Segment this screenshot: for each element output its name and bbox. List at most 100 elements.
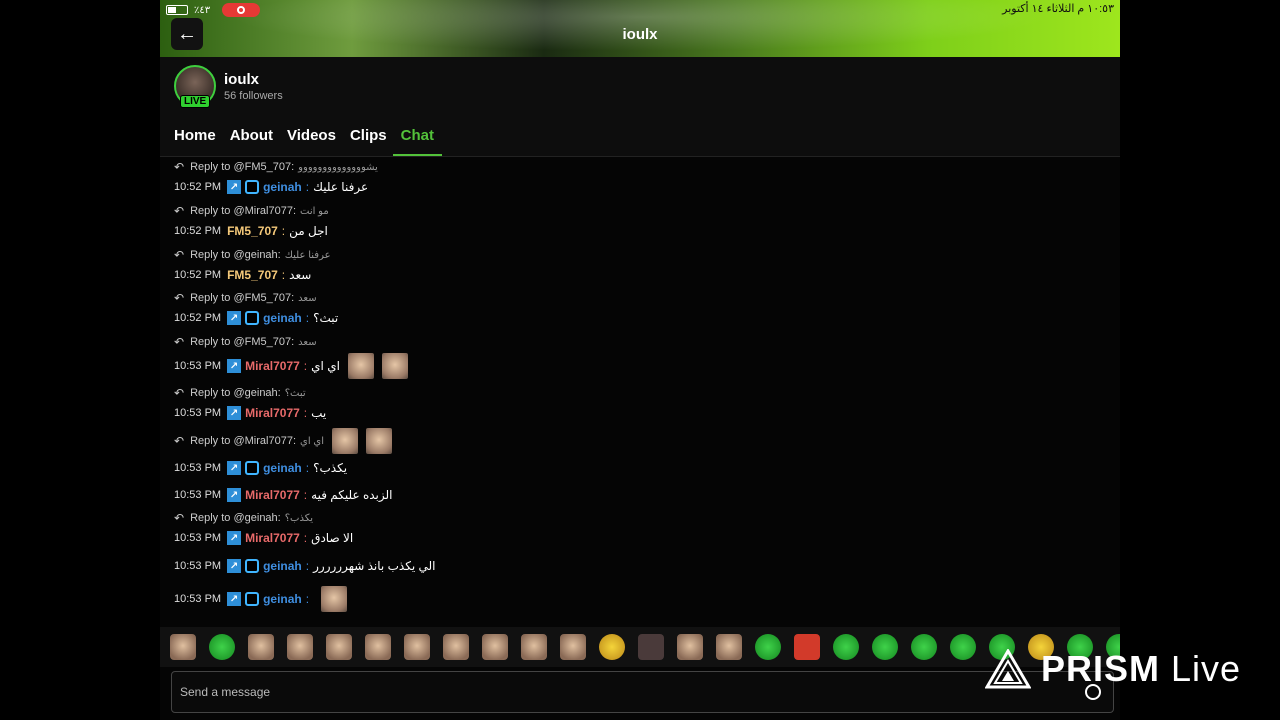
tab-about[interactable]: About (230, 127, 273, 157)
reply-arrow-icon: ↶ (174, 248, 185, 262)
chat-message[interactable]: 10:52 PM FM5_707: اجل من (174, 224, 328, 238)
emote-picker-item[interactable] (560, 634, 586, 660)
emote-image (366, 428, 392, 454)
emote-image (321, 586, 348, 612)
chat-username[interactable]: geinah (263, 180, 302, 194)
reply-label: Reply to @Miral7077: (190, 205, 296, 217)
username-colon: : (305, 311, 310, 325)
message-timestamp: 10:53 PM (174, 593, 222, 605)
reply-arrow-icon: ↶ (174, 291, 185, 305)
watermark-suffix: Live (1171, 648, 1242, 689)
message-text: يكذب؟ (313, 461, 348, 475)
battery-level: ٪٤٣ (194, 4, 211, 16)
emote-picker-item[interactable] (599, 634, 625, 660)
chat-message[interactable]: 10:53 PM ↗ Miral7077: اي اي (174, 353, 408, 379)
chat-username[interactable]: geinah (263, 461, 302, 475)
emote-image (332, 428, 358, 454)
chat-message[interactable]: 10:52 PM ↗ geinah: عرفنا عليك (174, 180, 368, 194)
chat-username[interactable]: geinah (263, 311, 302, 325)
message-text: يب (311, 406, 327, 420)
chat-username[interactable]: geinah (263, 559, 302, 573)
username-colon: : (305, 592, 310, 606)
emote-picker-item[interactable] (326, 634, 352, 660)
chat-message[interactable]: 10:53 PM ↗ Miral7077: يب (174, 406, 326, 420)
chat-username[interactable]: Miral7077 (245, 531, 300, 545)
message-text: اي اي (311, 359, 340, 373)
moderator-badge-icon: ↗ (227, 359, 242, 373)
reply-text: عرفنا عليك (284, 249, 331, 261)
reply-context[interactable]: ↶ Reply to @FM5_707: سعد (174, 335, 317, 349)
chat-message[interactable]: 10:52 PM FM5_707: سعد (174, 268, 311, 282)
reply-context[interactable]: ↶ Reply to @geinah: عرفنا عليك (174, 248, 331, 262)
reply-context[interactable]: ↶ Reply to @geinah: يكذب؟ (174, 511, 313, 525)
chat-message[interactable]: 10:52 PM ↗ geinah: تبث؟ (174, 311, 338, 325)
chat-message[interactable]: 10:53 PM ↗ Miral7077: الزبده عليكم فيه (174, 488, 393, 502)
tab-home[interactable]: Home (174, 127, 216, 157)
subscriber-badge-icon (245, 592, 260, 606)
emote-picker-item[interactable] (911, 634, 937, 660)
reply-context[interactable]: ↶ Reply to @FM5_707: سعد (174, 291, 317, 305)
chat-message[interactable]: 10:53 PM ↗ geinah: الي يكذب بانذ شهرررررر (174, 559, 435, 573)
chat-username[interactable]: FM5_707 (227, 224, 278, 238)
chat-username[interactable]: Miral7077 (245, 488, 300, 502)
reply-text: يكذب؟ (284, 512, 314, 524)
chat-log[interactable]: ↶ Reply to @FM5_707: يشوووووووووووووو 10:52… (174, 158, 1104, 623)
chat-username[interactable]: Miral7077 (245, 359, 300, 373)
reply-context[interactable]: ↶ Reply to @FM5_707: يشوووووووووووووو (174, 160, 378, 174)
channel-name[interactable]: ioulx (224, 71, 259, 88)
moderator-badge-icon: ↗ (227, 531, 242, 545)
reply-label: Reply to @FM5_707: (190, 292, 295, 304)
emote-picker-item[interactable] (248, 634, 274, 660)
message-input[interactable] (172, 672, 1113, 712)
username-colon: : (305, 180, 310, 194)
emote-picker-item[interactable] (677, 634, 703, 660)
message-text: سعد (289, 268, 312, 282)
username-colon: : (305, 559, 310, 573)
message-text: الزبده عليكم فيه (311, 488, 393, 502)
reply-arrow-icon: ↶ (174, 386, 185, 400)
prism-live-watermark: PRISM Live (985, 648, 1241, 690)
emote-picker-item[interactable] (443, 634, 469, 660)
emote-picker-item[interactable] (833, 634, 859, 660)
emote-picker-item[interactable] (365, 634, 391, 660)
reply-label: Reply to @FM5_707: (190, 336, 295, 348)
emote-picker-item[interactable] (482, 634, 508, 660)
message-text: الا صادق (311, 531, 354, 545)
reply-context[interactable]: ↶ Reply to @geinah: تبث؟ (174, 386, 306, 400)
tab-clips[interactable]: Clips (350, 127, 387, 157)
emote-picker-item[interactable] (716, 634, 742, 660)
subscriber-badge-icon (245, 180, 260, 194)
tab-chat[interactable]: Chat (392, 127, 442, 157)
status-icons: ٪٤٣ (166, 3, 261, 17)
reply-label: Reply to @FM5_707: (190, 161, 295, 173)
chat-message[interactable]: 10:53 PM ↗ geinah: يكذب؟ (174, 461, 347, 475)
chat-username[interactable]: geinah (263, 592, 302, 606)
battery-icon (166, 5, 188, 15)
emote-image (347, 353, 374, 379)
chat-username[interactable]: Miral7077 (245, 406, 300, 420)
status-bar: ٪٤٣ ١٠:٥٣ م الثلاثاء ١٤ أكتوبر (160, 0, 1120, 18)
reply-context[interactable]: ↶ Reply to @Miral7077: اي اي (174, 428, 392, 454)
emote-picker-item[interactable] (794, 634, 820, 660)
emote-picker-item[interactable] (170, 634, 196, 660)
reply-label: Reply to @Miral7077: (190, 435, 296, 447)
emote-picker-item[interactable] (404, 634, 430, 660)
message-timestamp: 10:53 PM (174, 489, 222, 501)
message-timestamp: 10:53 PM (174, 560, 222, 572)
emote-picker-item[interactable] (209, 634, 235, 660)
status-time-date: ١٠:٥٣ م الثلاثاء ١٤ أكتوبر (1002, 3, 1114, 15)
emote-picker-item[interactable] (287, 634, 313, 660)
moderator-badge-icon: ↗ (227, 406, 242, 420)
chat-message[interactable]: 10:53 PM ↗ Miral7077: الا صادق (174, 531, 353, 545)
emote-picker-item[interactable] (638, 634, 664, 660)
emote-picker-item[interactable] (521, 634, 547, 660)
emote-picker-item[interactable] (872, 634, 898, 660)
emote-picker-item[interactable] (950, 634, 976, 660)
message-input-box[interactable] (171, 671, 1114, 713)
tab-videos[interactable]: Videos (287, 127, 336, 157)
emote-picker-item[interactable] (755, 634, 781, 660)
chat-username[interactable]: FM5_707 (227, 268, 278, 282)
chat-message[interactable]: 10:53 PM ↗ geinah: (174, 586, 348, 612)
reply-context[interactable]: ↶ Reply to @Miral7077: مو انت (174, 204, 329, 218)
subscriber-badge-icon (245, 311, 260, 325)
